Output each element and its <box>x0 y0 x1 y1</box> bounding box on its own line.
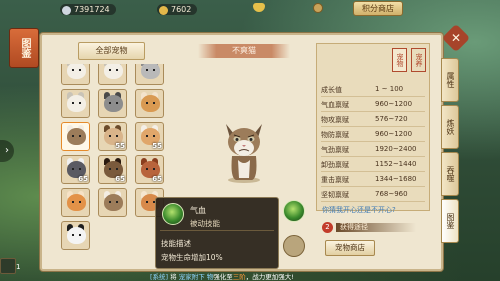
pet-slot[interactable]: 55 <box>98 122 127 151</box>
chat-text: 将 <box>168 273 179 281</box>
stat-row: 卸劲禀赋 1152~1440 <box>321 160 425 172</box>
chat-text: ，战力更加强大! <box>245 273 294 281</box>
pet-slot[interactable] <box>135 64 164 85</box>
skill-type: 被动技能 <box>190 219 220 228</box>
seal-stamp: 宠养 <box>411 48 426 72</box>
stat-row: 坚韧禀赋 768~960 <box>321 190 425 202</box>
pet-slot[interactable] <box>61 188 90 217</box>
system-chat[interactable]: [系统] 将 宠家附下 物强化至三阶，战力更加强大! <box>150 271 350 281</box>
stat-label: 重击禀赋 <box>321 176 349 184</box>
stat-value: 1152~1440 <box>375 160 417 168</box>
gold-pouch-icon <box>159 5 168 15</box>
pet-slot[interactable] <box>98 89 127 118</box>
tab-codex[interactable]: 图鉴 <box>441 199 459 243</box>
pet-slot[interactable] <box>61 64 90 85</box>
skill-icon[interactable] <box>283 200 305 222</box>
stat-row: 重击禀赋 1344~1680 <box>321 175 425 187</box>
tab-attributes[interactable]: 属性 <box>441 58 459 102</box>
pet-level: 55 <box>152 142 162 150</box>
stat-label: 气劲禀赋 <box>321 146 349 154</box>
pet-grid: 55 55 65 65 65 <box>57 64 169 260</box>
stat-label: 物攻禀赋 <box>321 116 349 124</box>
stat-value: 1920~2400 <box>375 145 417 153</box>
stat-row: 气血禀赋 960~1200 <box>321 100 425 112</box>
pet-slot[interactable]: 65 <box>135 155 164 184</box>
route-badge: 2 <box>322 222 333 233</box>
chat-level: 三阶 <box>232 273 246 281</box>
pet-slot[interactable] <box>98 64 127 85</box>
stat-value: 960~1200 <box>375 100 413 108</box>
pet-level: 65 <box>78 175 88 183</box>
pet-name-banner: 不爽猫 <box>198 44 290 58</box>
get-route-header: 2 获得途径 <box>322 222 416 233</box>
codex-tab[interactable]: 图鉴 <box>9 28 39 68</box>
pet-slot[interactable]: 65 <box>98 155 127 184</box>
pet-level: 65 <box>152 175 162 183</box>
pet-level: 55 <box>115 142 125 150</box>
skill-name: 气血 <box>190 206 206 215</box>
scroll-coin-icon[interactable] <box>313 3 323 13</box>
pet-name: 不爽猫 <box>232 46 256 55</box>
stat-row: 成长值 1 ~ 100 <box>321 85 425 97</box>
pet-quote: 你猜我开心还是不开心? <box>322 206 396 214</box>
pet-level: 65 <box>115 175 125 183</box>
seal-stamp: 宠物 <box>392 48 407 72</box>
close-icon: ✕ <box>450 31 462 45</box>
pet-slot[interactable]: 55 <box>135 122 164 151</box>
pet-shop-button[interactable]: 宠物商店 <box>325 240 375 256</box>
pet-slot[interactable] <box>61 89 90 118</box>
chat-text: 强化至 <box>213 273 233 281</box>
points-shop-button[interactable]: 积分商店 <box>353 1 403 16</box>
currency-gold: 7602 <box>157 2 198 16</box>
chat-player: 宠家附下 物 <box>178 273 214 281</box>
stat-label: 成长值 <box>321 86 342 94</box>
silver-coin-icon <box>62 5 71 15</box>
stat-value: 960~1200 <box>375 130 413 138</box>
stat-row: 物防禀赋 960~1200 <box>321 130 425 142</box>
qixue-skill-icon <box>162 203 184 225</box>
pet-slot[interactable] <box>135 89 164 118</box>
get-route-label: 获得途径 <box>340 223 368 231</box>
stat-label: 坚韧禀赋 <box>321 191 349 199</box>
stat-value: 1 ~ 100 <box>375 85 404 93</box>
chat-prefix: [系统] <box>150 273 169 281</box>
stat-row: 气劲禀赋 1920~2400 <box>321 145 425 157</box>
tab-refine[interactable]: 炼妖 <box>441 105 459 149</box>
currency-silver: 7391724 <box>60 2 116 16</box>
category-dropdown[interactable]: 全部宠物 <box>78 42 145 60</box>
currency-value: 7602 <box>171 4 192 14</box>
stat-value: 576~720 <box>375 115 408 123</box>
stat-value: 768~960 <box>375 190 408 198</box>
pet-slot[interactable]: 65 <box>61 155 90 184</box>
skill-desc-text: 宠物生命增加10% <box>161 253 223 262</box>
pet-slot[interactable] <box>61 122 90 151</box>
empty-skill-slot[interactable] <box>283 235 305 257</box>
chat-count: 1 <box>16 263 21 271</box>
skill-tooltip: 气血 被动技能 技能描述 宠物生命增加10% <box>155 197 279 269</box>
pet-model <box>226 124 262 183</box>
stat-value: 1344~1680 <box>375 175 417 183</box>
currency-value: 7391724 <box>74 4 110 14</box>
stat-label: 物防禀赋 <box>321 131 349 139</box>
stat-label: 气血禀赋 <box>321 101 349 109</box>
tab-devour[interactable]: 吞噬 <box>441 152 459 196</box>
pet-slot[interactable] <box>61 221 90 250</box>
pet-slot[interactable] <box>98 188 127 217</box>
skill-desc-title: 技能描述 <box>161 239 191 248</box>
stat-row: 物攻禀赋 576~720 <box>321 115 425 127</box>
stat-label: 卸劲禀赋 <box>321 161 349 169</box>
chat-toggle[interactable]: 1 <box>0 258 20 274</box>
